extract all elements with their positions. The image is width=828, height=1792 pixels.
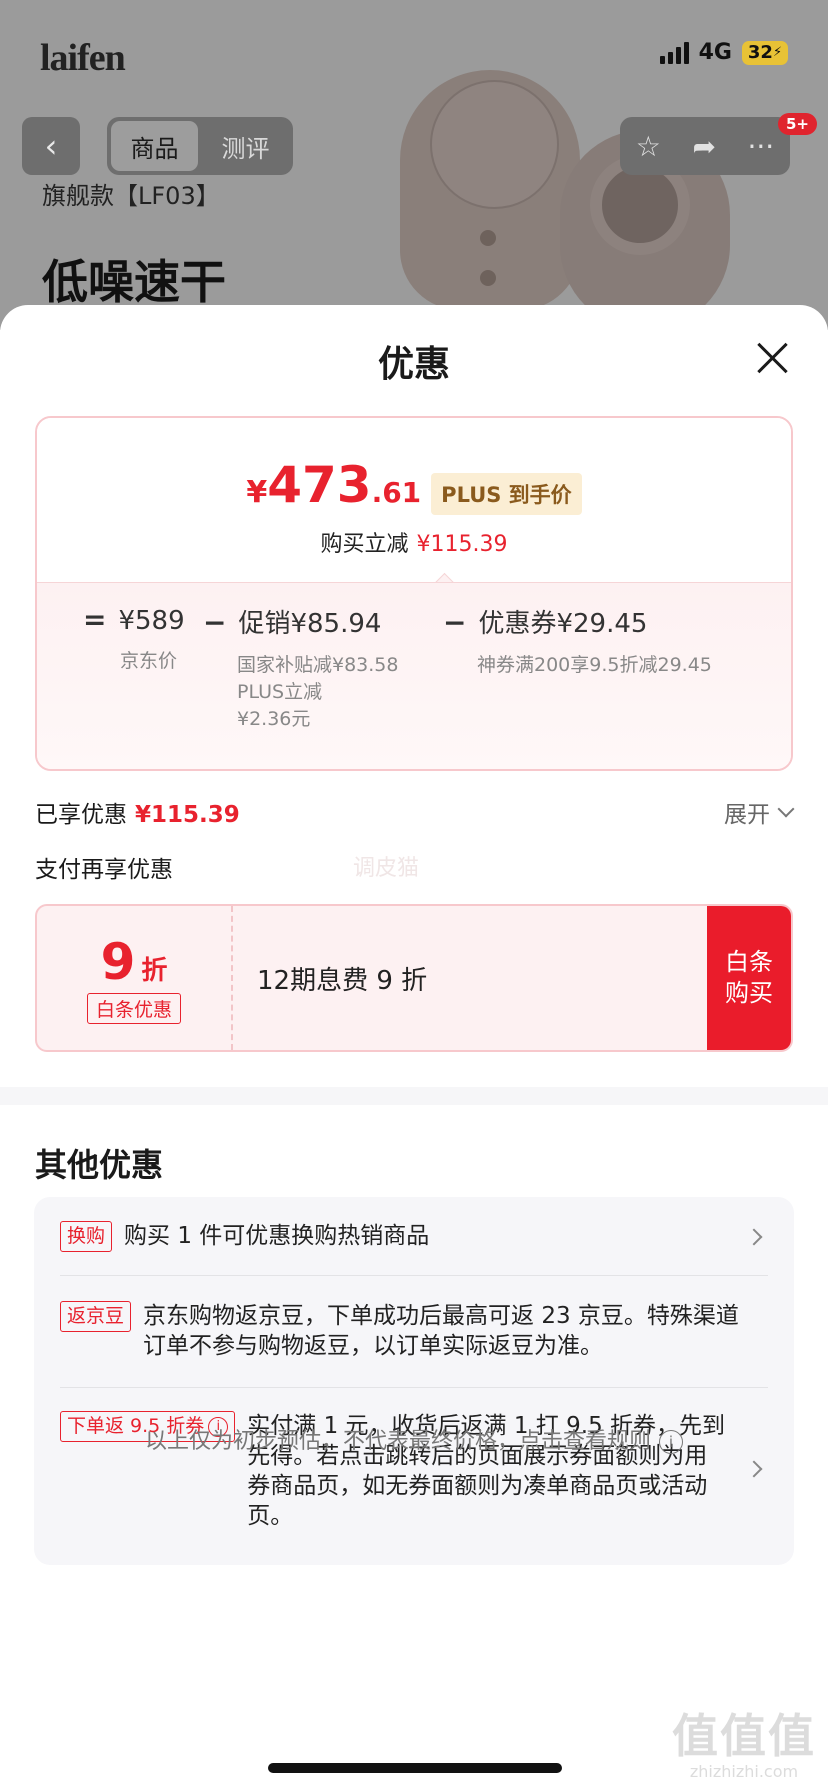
chevron-down-icon xyxy=(777,800,795,818)
product-slogan: 低噪速干 xyxy=(42,255,226,309)
baitiao-discount: 9折 xyxy=(100,932,168,991)
tab-review[interactable]: 测评 xyxy=(202,121,289,171)
product-tabs: 商品 测评 xyxy=(107,117,293,175)
baitiao-desc: 12期息费 9 折 xyxy=(257,965,428,996)
home-indicator[interactable] xyxy=(268,1763,562,1773)
brand-logo: laifen xyxy=(40,37,126,79)
pay-discount-title: 支付再享优惠 xyxy=(35,857,173,883)
product-sku: 旗舰款【LF03】 xyxy=(42,182,220,210)
chevron-right-icon xyxy=(745,1460,763,1478)
close-icon[interactable] xyxy=(756,341,788,373)
network-type: 4G xyxy=(698,40,732,65)
other-offers-title: 其他优惠 xyxy=(35,1146,164,1184)
background-product-page: laifen 4G 32 ⚡ ‹ 商品 测评 ☆ ➦ ··· 5+ 旗舰款【LF… xyxy=(0,0,828,330)
product-image xyxy=(400,70,580,310)
tab-product[interactable]: 商品 xyxy=(111,121,198,171)
sheet-title: 优惠 xyxy=(377,344,450,385)
expand-button[interactable]: 展开 xyxy=(724,795,795,829)
discount-sheet: 优惠 ¥473.61 PLUS 到手价 购买立减 ¥115.39 = ¥589 京东… xyxy=(0,305,828,1792)
baitiao-buy-button[interactable]: 白条 购买 xyxy=(707,906,791,1050)
instant-discount: 购买立减 ¥115.39 xyxy=(320,532,508,557)
chevron-left-icon: ‹ xyxy=(44,127,58,165)
more-icon[interactable]: ··· xyxy=(747,130,774,163)
status-bar: 4G 32 ⚡ xyxy=(659,40,788,65)
enjoyed-discount: 已享优惠 ¥115.39 xyxy=(35,802,240,828)
back-button[interactable]: ‹ xyxy=(22,117,80,175)
star-icon[interactable]: ☆ xyxy=(636,130,661,163)
battery-level: 32 xyxy=(747,42,773,63)
top-actions: ☆ ➦ ··· xyxy=(620,117,790,175)
price-breakdown-card: ¥473.61 PLUS 到手价 购买立减 ¥115.39 = ¥589 京东价 −… xyxy=(35,416,793,771)
watermark-text: 调皮猫 xyxy=(353,856,420,881)
plus-price-tag: PLUS 到手价 xyxy=(431,473,582,515)
battery-icon: 32 ⚡ xyxy=(742,40,788,65)
info-icon: i xyxy=(659,1430,683,1454)
offer-exchange[interactable]: 换购 购买 1 件可优惠换购热销商品 xyxy=(60,1221,768,1252)
other-offers-list: 换购 购买 1 件可优惠换购热销商品 返京豆 京东购物返京豆，下单成功后最高可返… xyxy=(34,1197,794,1565)
baitiao-tag: 白条优惠 xyxy=(86,992,181,1024)
site-watermark: 值值值 zhizhizhi.com xyxy=(672,1709,816,1781)
coupon-col: − 优惠券¥29.45 神券满200享9.5折减29.45 xyxy=(443,606,712,676)
baitiao-offer-card[interactable]: 9折 白条优惠 12期息费 9 折 白条 购买 xyxy=(35,904,793,1052)
rules-footnote[interactable]: 以上仅为初步预估，不代表最终价格，点击查看规则 i xyxy=(0,1423,828,1455)
offer-jingdou: 返京豆 京东购物返京豆，下单成功后最高可返 23 京豆。特殊渠道订单不参与购物返… xyxy=(60,1301,760,1361)
share-icon[interactable]: ➦ xyxy=(692,130,715,163)
base-price-col: = ¥589 京东价 xyxy=(83,603,185,672)
promo-col: − 促销¥85.94 国家补贴减¥83.58 PLUS立减 ¥2.36元 xyxy=(203,606,399,730)
chevron-right-icon xyxy=(745,1228,763,1246)
message-badge: 5+ xyxy=(778,113,818,135)
final-price: ¥473.61 xyxy=(246,456,422,514)
signal-icon xyxy=(659,41,689,64)
